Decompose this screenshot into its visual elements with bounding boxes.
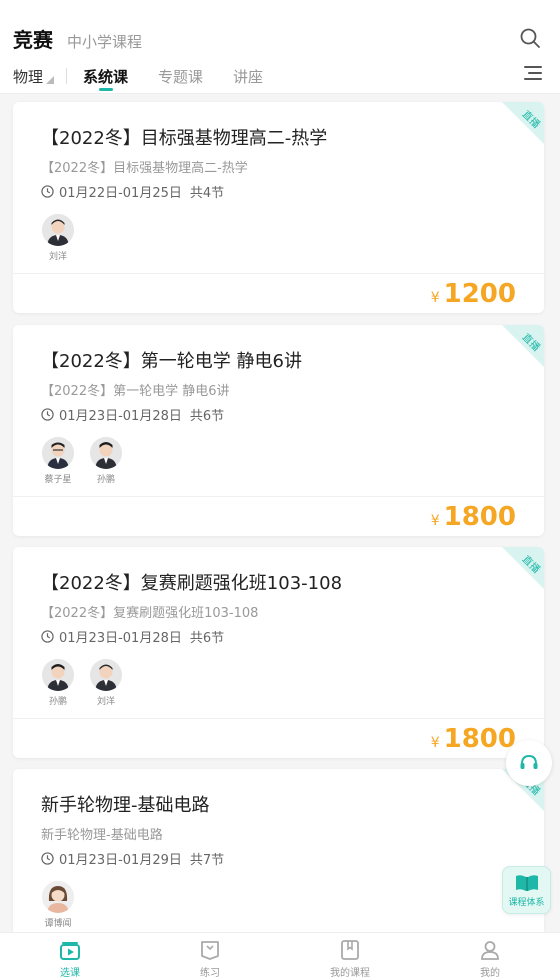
teacher-name: 孙鹏 (96, 475, 115, 485)
live-badge: 直播 (502, 102, 544, 144)
course-schedule: 01月23日-01月28日 共6节 (41, 405, 224, 424)
live-badge: 直播 (502, 547, 544, 589)
course-system-label: 课程体系 (508, 897, 545, 908)
teacher-list: 谭博闻 (41, 881, 89, 929)
teacher-list: 孙鹏 刘洋 (41, 659, 137, 707)
page-title[interactable]: 竞赛 (13, 24, 53, 53)
course-system-button[interactable]: 课程体系 (502, 866, 551, 914)
page-subtitle-tab[interactable]: 中小学课程 (67, 31, 142, 52)
course-schedule: 01月23日-01月28日 共6节 (41, 627, 224, 646)
course-price: ¥1800 (430, 502, 516, 532)
tab-topic-course[interactable]: 专题课 (158, 66, 203, 87)
teacher-list: 刘洋 (41, 214, 89, 262)
nav-label: 我的课程 (330, 968, 370, 979)
active-tab-indicator (99, 88, 113, 91)
nav-select-course[interactable]: 选课 (0, 933, 140, 980)
subject-label: 物理 (13, 68, 44, 86)
bottom-nav: 选课 练习 我的课程 我的 (0, 932, 560, 980)
filter-menu-icon[interactable] (524, 66, 544, 84)
live-badge: 直播 (502, 325, 544, 367)
course-schedule: 01月22日-01月25日 共4节 (41, 182, 224, 201)
title-row: 竞赛 中小学课程 (13, 24, 142, 53)
teacher[interactable]: 孙鹏 (41, 659, 75, 707)
teacher[interactable]: 刘洋 (89, 659, 123, 707)
avatar (42, 659, 74, 691)
course-card[interactable]: 直播 【2022冬】目标强基物理高二-热学 【2022冬】目标强基物理高二-热学… (13, 102, 544, 313)
divider (66, 68, 67, 84)
top-header: 竞赛 中小学课程 物理 系统课 专题课 讲座 (0, 0, 560, 94)
course-schedule: 01月23日-01月29日 共7节 (41, 849, 224, 868)
play-video-icon (60, 942, 80, 960)
course-card[interactable]: 直播 【2022冬】第一轮电学 静电6讲 【2022冬】第一轮电学 静电6讲 0… (13, 325, 544, 536)
card-footer: ¥1800 (13, 718, 544, 758)
avatar (90, 659, 122, 691)
bookmark-book-icon (341, 940, 359, 960)
teacher-name: 谭博闻 (44, 919, 72, 929)
course-card[interactable]: 直播 新手轮物理-基础电路 新手轮物理-基础电路 01月23日-01月29日 共… (13, 769, 544, 932)
nav-label: 练习 (200, 968, 220, 979)
course-dates: 01月22日-01月25日 (59, 186, 182, 201)
tab-lecture[interactable]: 讲座 (233, 66, 263, 87)
teacher[interactable]: 蔡子星 (41, 437, 75, 485)
teacher-name: 蔡子星 (44, 475, 72, 485)
course-dates: 01月23日-01月28日 (59, 631, 182, 646)
course-subtitle: 【2022冬】目标强基物理高二-热学 (41, 161, 248, 176)
course-sessions: 共6节 (189, 409, 225, 424)
card-footer: ¥1800 (13, 496, 544, 536)
course-title: 【2022冬】第一轮电学 静电6讲 (41, 351, 302, 372)
card-footer: ¥1200 (13, 273, 544, 313)
teacher-list: 蔡子星 孙鹏 (41, 437, 137, 485)
clock-icon (41, 852, 54, 865)
teacher[interactable]: 孙鹏 (89, 437, 123, 485)
tab-system-course[interactable]: 系统课 (83, 66, 128, 87)
course-subtitle: 【2022冬】第一轮电学 静电6讲 (41, 384, 230, 399)
avatar (90, 437, 122, 469)
category-tabs: 物理 系统课 专题课 讲座 (0, 62, 560, 91)
course-sessions: 共4节 (189, 186, 225, 201)
teacher[interactable]: 刘洋 (41, 214, 75, 262)
clock-icon (41, 408, 54, 421)
course-sessions: 共7节 (189, 853, 225, 868)
course-card[interactable]: 直播 【2022冬】复赛刷题强化班103-108 【2022冬】复赛刷题强化班1… (13, 547, 544, 758)
practice-book-icon (201, 941, 219, 960)
course-subtitle: 新手轮物理-基础电路 (41, 828, 163, 843)
course-title: 新手轮物理-基础电路 (41, 795, 210, 816)
user-profile-icon (481, 941, 499, 960)
course-subtitle: 【2022冬】复赛刷题强化班103-108 (41, 606, 259, 621)
avatar (42, 214, 74, 246)
avatar (42, 437, 74, 469)
course-sessions: 共6节 (189, 631, 225, 646)
nav-my-courses[interactable]: 我的课程 (280, 933, 420, 980)
dropdown-triangle-icon (46, 75, 55, 84)
course-dates: 01月23日-01月28日 (59, 409, 182, 424)
teacher[interactable]: 谭博闻 (41, 881, 75, 929)
subject-dropdown[interactable]: 物理 (13, 66, 55, 87)
course-price: ¥1200 (430, 279, 516, 309)
clock-icon (41, 185, 54, 198)
teacher-name: 刘洋 (96, 697, 115, 707)
search-icon[interactable] (518, 26, 542, 50)
course-title: 【2022冬】复赛刷题强化班103-108 (41, 573, 343, 594)
open-book-icon (515, 874, 538, 891)
nav-label: 我的 (480, 968, 500, 979)
customer-service-button[interactable] (506, 740, 552, 786)
headset-icon (520, 754, 538, 769)
nav-profile[interactable]: 我的 (420, 933, 560, 980)
clock-icon (41, 630, 54, 643)
teacher-name: 刘洋 (48, 252, 67, 262)
course-price: ¥1800 (430, 724, 516, 754)
course-dates: 01月23日-01月29日 (59, 853, 182, 868)
course-title: 【2022冬】目标强基物理高二-热学 (41, 128, 328, 149)
teacher-name: 孙鹏 (48, 697, 67, 707)
nav-label: 选课 (60, 968, 80, 979)
avatar (42, 881, 74, 913)
nav-practice[interactable]: 练习 (140, 933, 280, 980)
